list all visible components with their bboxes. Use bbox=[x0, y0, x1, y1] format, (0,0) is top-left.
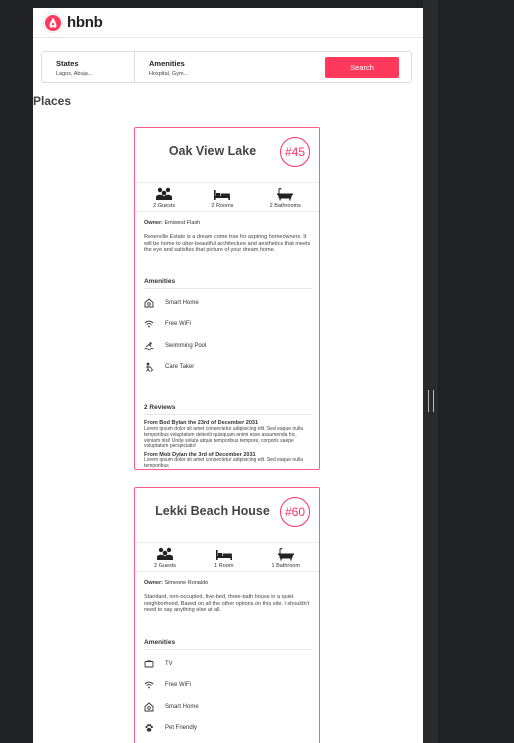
resize-grip-icon[interactable] bbox=[428, 390, 434, 412]
amenity-item: Smart Home bbox=[144, 702, 199, 712]
place-owner: Owner: Emiwest Flash bbox=[144, 220, 200, 226]
price-badge: #45 bbox=[280, 137, 310, 167]
states-filter[interactable]: States Lagos, Abuja... bbox=[42, 52, 135, 82]
search-button[interactable]: Search bbox=[325, 57, 399, 78]
states-filter-value: Lagos, Abuja... bbox=[56, 71, 93, 77]
guests-count: 2 Guests bbox=[154, 563, 177, 569]
guests-stat: 2 Guests bbox=[154, 547, 176, 571]
browser-side-strip bbox=[423, 0, 438, 743]
owner-label: Owner: bbox=[144, 580, 163, 586]
rooms-stat: 1 Room bbox=[214, 547, 233, 571]
place-stats: 2 Guests 2 Rooms 2 Bathrooms bbox=[135, 182, 319, 212]
bed-icon bbox=[214, 190, 231, 200]
filters-bar: States Lagos, Abuja... Amenities Hospita… bbox=[41, 51, 412, 83]
amenity-item: Free WiFi bbox=[144, 680, 191, 690]
smart-home-icon bbox=[144, 702, 154, 712]
rooms-count: 2 Rooms bbox=[211, 203, 234, 209]
amenity-item: Pet Friendly bbox=[144, 723, 197, 733]
amenity-item: Free WiFi bbox=[144, 319, 191, 329]
amenities-divider bbox=[144, 288, 312, 289]
place-name: Oak View Lake bbox=[168, 144, 257, 158]
reviews-divider bbox=[144, 414, 312, 415]
amenities-filter-title: Amenities bbox=[149, 59, 185, 68]
bathtub-icon bbox=[277, 548, 294, 561]
amenities-filter-value: Hospital, Gym... bbox=[149, 71, 189, 77]
owner-name: Simeone Ronaldo bbox=[164, 580, 209, 586]
logo-text[interactable]: hbnb bbox=[67, 14, 103, 31]
place-stats: 2 Guests 1 Room 1 Bathroom bbox=[135, 542, 319, 572]
guests-icon bbox=[157, 547, 174, 560]
amenity-item: Swimming Pool bbox=[144, 341, 206, 351]
owner-label: Owner: bbox=[144, 220, 163, 226]
place-description: Reserville Estate is a dream come true f… bbox=[144, 234, 311, 254]
bathrooms-stat: 2 Bathrooms bbox=[270, 187, 301, 211]
amenity-label: Smart Home bbox=[165, 300, 199, 306]
rooms-count: 1 Room bbox=[214, 563, 234, 569]
amenities-filter[interactable]: Amenities Hospital, Gym... bbox=[135, 52, 255, 82]
amenity-label: Swimming Pool bbox=[165, 343, 207, 349]
rooms-stat: 2 Rooms bbox=[211, 187, 233, 211]
amenities-title: Amenities bbox=[144, 639, 176, 646]
bathtub-icon bbox=[277, 188, 294, 201]
top-header: hbnb bbox=[33, 8, 423, 38]
states-filter-title: States bbox=[56, 59, 79, 68]
amenity-item: Care Taker bbox=[144, 362, 194, 372]
place-name: Lekki Beach House bbox=[155, 504, 270, 518]
page: hbnb States Lagos, Abuja... Amenities Ho… bbox=[33, 8, 423, 743]
tv-icon bbox=[144, 659, 154, 668]
place-description: Standard, non-occupied, five-bed, three-… bbox=[144, 594, 310, 614]
wifi-icon bbox=[144, 681, 154, 689]
reviews-title: 2 Reviews bbox=[144, 404, 176, 411]
caretaker-icon bbox=[146, 362, 154, 372]
hbnb-logo-icon[interactable] bbox=[43, 12, 63, 33]
guests-stat: 2 Guests bbox=[153, 187, 175, 211]
amenity-label: Care Taker bbox=[165, 364, 195, 370]
bathrooms-stat: 1 Bathroom bbox=[272, 547, 300, 571]
guests-count: 2 Guests bbox=[153, 203, 176, 209]
place-card: Lekki Beach House #60 2 Guests 1 Room 1 … bbox=[134, 487, 320, 743]
bathrooms-count: 1 Bathroom bbox=[271, 563, 300, 569]
amenity-label: TV bbox=[165, 661, 173, 667]
amenities-divider bbox=[144, 649, 312, 650]
paw-icon bbox=[145, 724, 153, 732]
smart-home-icon bbox=[144, 298, 154, 308]
bed-icon bbox=[215, 550, 232, 560]
guests-icon bbox=[156, 187, 173, 200]
amenity-item: Smart Home bbox=[144, 298, 199, 308]
amenity-label: Free WiFi bbox=[165, 321, 191, 327]
section-title: Places bbox=[33, 94, 72, 108]
pool-icon bbox=[144, 342, 154, 350]
place-owner: Owner: Simeone Ronaldo bbox=[144, 580, 208, 586]
place-card: Oak View Lake #45 2 Guests 2 Rooms 2 Bat… bbox=[134, 127, 320, 470]
amenity-label: Pet Friendly bbox=[165, 725, 198, 731]
owner-name: Emiwest Flash bbox=[164, 220, 201, 226]
wifi-icon bbox=[144, 320, 154, 328]
amenity-item: TV bbox=[144, 659, 173, 669]
amenity-label: Free WiFi bbox=[165, 682, 191, 688]
amenities-title: Amenities bbox=[144, 278, 176, 285]
review-text: Lorem ipsum dolor sit amet consectetur a… bbox=[144, 426, 303, 450]
amenity-label: Smart Home bbox=[165, 704, 199, 710]
price-badge: #60 bbox=[280, 497, 310, 527]
review-text: Lorem ipsum dolor sit amet consectetur a… bbox=[144, 457, 303, 469]
bathrooms-count: 2 Bathrooms bbox=[269, 203, 301, 209]
